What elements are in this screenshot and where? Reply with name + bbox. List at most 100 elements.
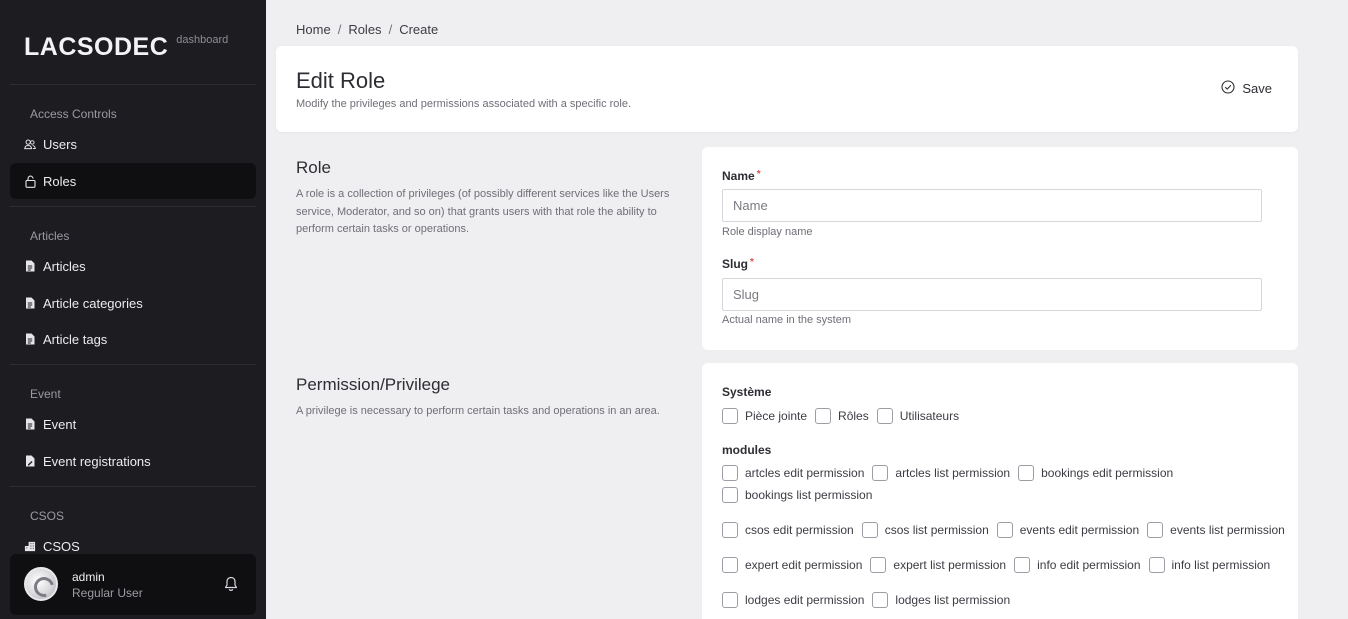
permission-checkbox[interactable]: Pièce jointe	[722, 408, 807, 424]
section-label-csos: CSOS	[30, 509, 65, 523]
permission-checkbox[interactable]: csos edit permission	[722, 522, 854, 538]
permission-checkbox[interactable]: lodges list permission	[872, 592, 1010, 608]
breadcrumb-current: Create	[399, 22, 439, 37]
checkbox[interactable]	[861, 522, 878, 538]
brand-logo[interactable]: LACSODEC dashboard	[24, 33, 228, 62]
sidebar-item-roles[interactable]: Roles	[10, 163, 256, 199]
required-mark: *	[750, 257, 754, 268]
slug-label-text: Slug	[722, 257, 748, 271]
name-label: Name *	[722, 169, 761, 183]
avatar[interactable]	[24, 567, 58, 601]
brand-name: LACSODEC	[24, 33, 169, 61]
permission-row: expert edit permission expert list permi…	[722, 557, 1278, 573]
breadcrumb-roles[interactable]: Roles	[348, 22, 381, 37]
user-name: admin	[72, 570, 105, 584]
role-section-title: Role	[296, 158, 331, 177]
sidebar-item-article-tags[interactable]: Article tags	[10, 321, 256, 357]
checkbox[interactable]	[722, 487, 738, 503]
permission-label: bookings edit permission	[1041, 466, 1174, 480]
permission-label: Utilisateurs	[899, 409, 960, 423]
permission-label: expert list permission	[893, 558, 1007, 572]
permission-checkbox[interactable]: Rôles	[815, 408, 869, 424]
checkbox[interactable]	[1018, 465, 1035, 481]
breadcrumb-separator: /	[388, 22, 393, 37]
checkbox[interactable]	[1147, 522, 1164, 538]
sidebar-item-event-registrations[interactable]: Event registrations	[10, 443, 256, 479]
permission-checkbox[interactable]: expert edit permission	[722, 557, 862, 573]
permission-checkbox[interactable]: csos list permission	[861, 522, 989, 538]
checkbox[interactable]	[876, 408, 893, 424]
checkbox[interactable]	[1014, 557, 1031, 573]
slug-input[interactable]	[722, 278, 1262, 311]
users-icon	[24, 138, 36, 151]
permission-row: bookings list permission	[722, 487, 880, 503]
permission-label: Rôles	[838, 409, 869, 423]
permission-checkbox[interactable]: lodges edit permission	[722, 592, 864, 608]
permission-section-description: A privilege is necessary to perform cert…	[296, 405, 660, 417]
save-button-label: Save	[1242, 81, 1272, 96]
sidebar-item-users[interactable]: Users	[10, 126, 256, 162]
permission-label: events edit permission	[1019, 523, 1140, 537]
sidebar-item-event[interactable]: Event	[10, 406, 256, 442]
permission-checkbox[interactable]: bookings list permission	[722, 487, 872, 503]
permission-label: info list permission	[1171, 558, 1271, 572]
name-label-text: Name	[722, 169, 755, 183]
checkbox[interactable]	[722, 408, 738, 424]
document-icon	[24, 260, 36, 273]
permission-row: artcles edit permission artcles list per…	[722, 465, 1181, 481]
permission-checkbox[interactable]: artcles list permission	[872, 465, 1010, 481]
sidebar-item-label: Article categories	[43, 295, 143, 311]
sidebar-item-label: Article tags	[43, 331, 108, 347]
permission-row: csos edit permission csos list permissio…	[722, 522, 1293, 538]
breadcrumb: Home / Roles / Create	[296, 22, 438, 37]
name-help-text: Role display name	[722, 226, 813, 238]
checkbox[interactable]	[872, 465, 889, 481]
name-input[interactable]	[722, 189, 1262, 222]
checkbox[interactable]	[872, 592, 889, 608]
permission-checkbox[interactable]: info list permission	[1148, 557, 1271, 573]
checkbox[interactable]	[870, 557, 887, 573]
checkbox[interactable]	[722, 592, 738, 608]
permission-checkbox[interactable]: events list permission	[1147, 522, 1285, 538]
required-mark: *	[756, 169, 761, 180]
breadcrumb-separator: /	[337, 22, 342, 37]
user-card[interactable]: admin Regular User	[10, 554, 256, 615]
lock-icon	[24, 175, 36, 188]
checkbox[interactable]	[722, 465, 738, 481]
page-subtitle: Modify the privileges and permissions as…	[296, 98, 632, 110]
checkbox[interactable]	[1148, 557, 1165, 573]
breadcrumb-home[interactable]: Home	[296, 22, 331, 37]
permission-label: lodges list permission	[895, 593, 1011, 607]
checkbox[interactable]	[815, 408, 832, 424]
sidebar-item-label: Articles	[43, 258, 86, 274]
sidebar-item-label: Roles	[43, 173, 77, 189]
brand-subtitle: dashboard	[176, 34, 229, 46]
permission-label: artcles edit permission	[745, 466, 865, 480]
sidebar-divider	[10, 364, 256, 365]
permission-checkbox[interactable]: events edit permission	[996, 522, 1140, 538]
section-label-event: Event	[30, 387, 61, 401]
user-role: Regular User	[72, 586, 143, 600]
checkbox[interactable]	[722, 522, 738, 538]
permission-checkbox[interactable]: Utilisateurs	[876, 408, 960, 424]
checkbox[interactable]	[996, 522, 1013, 538]
checkbox[interactable]	[722, 557, 738, 573]
document-icon	[24, 297, 36, 310]
permission-row: lodges edit permission lodges list permi…	[722, 592, 1018, 608]
sidebar-divider	[10, 84, 256, 85]
slug-help-text: Actual name in the system	[722, 314, 852, 326]
permission-checkbox[interactable]: expert list permission	[870, 557, 1006, 573]
sidebar-item-label: Event	[43, 416, 77, 432]
bell-icon[interactable]	[224, 576, 238, 597]
permission-checkbox[interactable]: info edit permission	[1014, 557, 1141, 573]
sidebar-item-article-categories[interactable]: Article categories	[10, 285, 256, 321]
permission-label: artcles list permission	[895, 466, 1011, 480]
permission-checkbox[interactable]: artcles edit permission	[722, 465, 864, 481]
permission-card: Système Pièce jointe Rôles Utilisateurs …	[702, 363, 1298, 619]
save-button[interactable]: Save	[1221, 80, 1272, 97]
permission-label: csos edit permission	[745, 523, 854, 537]
permission-row: Pièce jointe Rôles Utilisateurs	[722, 408, 967, 424]
permission-label: Pièce jointe	[745, 409, 808, 423]
permission-checkbox[interactable]: bookings edit permission	[1018, 465, 1173, 481]
sidebar-item-articles[interactable]: Articles	[10, 248, 256, 284]
